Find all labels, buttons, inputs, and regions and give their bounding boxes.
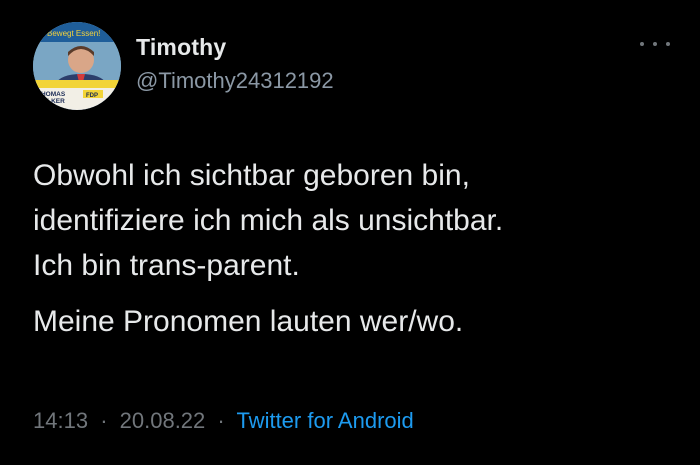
- tweet-date[interactable]: 20.08.22: [120, 408, 206, 433]
- dot: [653, 42, 657, 46]
- tweet-time[interactable]: 14:13: [33, 408, 88, 433]
- poster-name-line2: PILKER: [41, 98, 65, 105]
- more-horizontal-icon[interactable]: [640, 36, 670, 52]
- dot: [640, 42, 644, 46]
- poster-heading: Bewegt Essen!: [47, 29, 100, 38]
- user-handle[interactable]: @Timothy24312192: [136, 68, 334, 94]
- separator: ·: [100, 408, 108, 433]
- user-display-name[interactable]: Timothy: [136, 34, 226, 61]
- tweet-card: Bewegt Essen! THOMAS PILKER FDP Timothy …: [0, 0, 700, 465]
- poster-party: FDP: [86, 93, 98, 99]
- separator: ·: [217, 408, 225, 433]
- profile-photo-icon[interactable]: Bewegt Essen! THOMAS PILKER FDP: [33, 22, 121, 110]
- tweet-line: Meine Pronomen lauten wer/wo.: [33, 305, 464, 338]
- tweet-line: Ich bin trans-parent.: [33, 249, 300, 282]
- poster-name-line1: THOMAS: [37, 91, 66, 98]
- tweet-line: Obwohl ich sichtbar geboren bin,: [33, 159, 470, 192]
- tweet-metadata: 14:13 · 20.08.22 · Twitter for Android: [33, 408, 414, 434]
- dot: [666, 42, 670, 46]
- tweet-line: identifiziere ich mich als unsichtbar.: [33, 204, 504, 237]
- tweet-text: Obwohl ich sichtbar geboren bin, identif…: [33, 153, 673, 344]
- tweet-client-link[interactable]: Twitter for Android: [236, 408, 413, 433]
